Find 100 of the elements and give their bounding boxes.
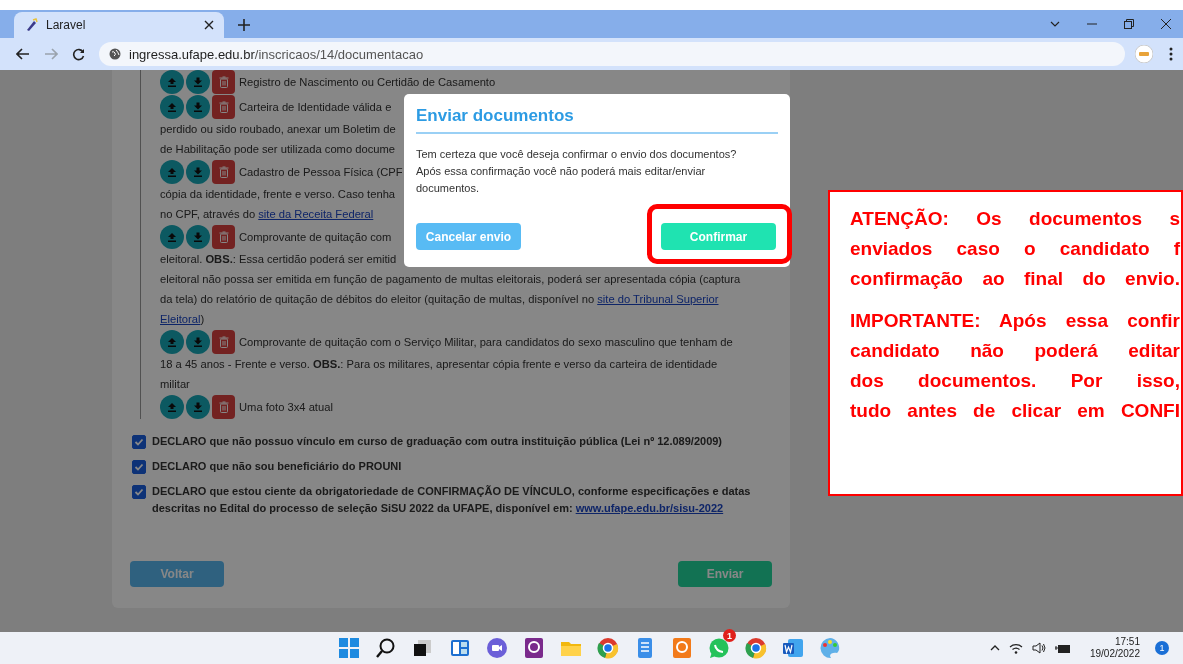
tab-title: Laravel [46, 18, 87, 32]
download-icon [193, 402, 203, 412]
declaration-text: DECLARO que não possuo vínculo em curso de graduação com outra instituição pública (Lei nº 12.089/2009) [152, 434, 723, 449]
document-description: eleitoral. OBS.: Essa certidão poderá ser emitid [160, 253, 397, 265]
document-description: eleitoral não possa ser emitida em função de pagamento de multas eleitorais, poderá ser apresentada cópia (captura [160, 273, 741, 285]
widgets-icon[interactable] [449, 637, 471, 659]
plus-icon[interactable] [238, 19, 250, 31]
download-icon [193, 337, 203, 347]
delete-button[interactable] [212, 70, 235, 94]
delete-button[interactable] [212, 95, 235, 119]
delete-button[interactable] [212, 330, 235, 354]
download-icon [193, 167, 203, 177]
warning-text: ATENÇÃO: Os documentos s [850, 207, 1180, 231]
menu-icon[interactable] [1169, 47, 1173, 61]
search-icon[interactable] [375, 637, 397, 659]
upload-icon [167, 167, 177, 177]
notification-count[interactable]: 1 [1155, 641, 1169, 655]
clock-date: 19/02/2022 [1089, 648, 1140, 660]
trash-icon [218, 166, 229, 178]
wifi-icon[interactable] [1008, 642, 1023, 654]
chat-bubble-icon[interactable] [708, 637, 730, 659]
document-description: perdido ou sido roubado, anexar um Boletim de [160, 123, 396, 135]
document-description: da tela) do relatório de quitação de débitos do eleitor (quitação de multas, disponível no site do Tribunal Superior [160, 293, 719, 305]
palette-icon[interactable] [819, 637, 841, 659]
speaker-icon[interactable] [1031, 642, 1046, 654]
upload-icon [167, 402, 177, 412]
declaration-text: DECLARO que estou ciente da obrigatoriedade de CONFIRMAÇÃO DE VÍNCULO, conforme especificações e datas descritas no Edital do processo de seleção SiSU 2022 da UFAPE, disponível em: www.ufape.edu.br/sisu-2022 [152, 484, 752, 516]
document-description: militar [160, 378, 190, 390]
download-button[interactable] [186, 160, 210, 184]
upload-button[interactable] [160, 70, 184, 94]
caret-up-icon[interactable] [989, 645, 1000, 651]
trash-icon [218, 231, 229, 243]
checkbox[interactable] [132, 460, 146, 474]
upload-button[interactable] [160, 95, 184, 119]
document-app-icon[interactable] [523, 637, 545, 659]
battery-icon[interactable] [1054, 642, 1071, 654]
dialog-title: Enviar documentos [416, 106, 778, 134]
dialog-message: Tem certeza que você deseja confirmar o envio dos documentos? Após essa confirmação você não poderá mais editar/enviar documentos. [416, 147, 738, 196]
browser-icon[interactable] [597, 637, 619, 659]
warning-text: candidato não poderá editar [850, 339, 1180, 363]
task-view-icon[interactable] [412, 637, 434, 659]
link[interactable]: www.ufape.edu.br/sisu-2022 [575, 502, 724, 514]
checkmark-icon [134, 462, 144, 472]
checkbox[interactable] [132, 485, 146, 499]
browser-icon[interactable] [745, 637, 767, 659]
download-button[interactable] [186, 330, 210, 354]
download-button[interactable] [186, 225, 210, 249]
delete-button[interactable] [212, 225, 235, 249]
link[interactable]: site do Tribunal Superior [597, 293, 719, 305]
delete-button[interactable] [212, 160, 235, 184]
checkbox[interactable] [132, 435, 146, 449]
cancel-button[interactable]: Cancelar envio [416, 223, 521, 250]
checkmark-icon [134, 437, 144, 447]
clock-time: 17:51 [1114, 636, 1140, 648]
close-icon[interactable] [1161, 19, 1171, 29]
link[interactable]: site da Receita Federal [258, 208, 374, 220]
download-button[interactable] [186, 395, 210, 419]
word-processor-icon[interactable] [782, 637, 804, 659]
windows-logo-icon[interactable] [338, 637, 360, 659]
upload-button[interactable] [160, 225, 184, 249]
browser-tab[interactable]: Laravel [14, 12, 224, 38]
close-icon[interactable] [204, 20, 214, 30]
upload-icon [167, 77, 177, 87]
document-description: no CPF, através do site da Receita Federal [160, 208, 374, 220]
trash-icon [218, 336, 229, 348]
download-icon [193, 232, 203, 242]
clock[interactable]: 17:51 19/02/2022 [1089, 636, 1140, 660]
delete-button[interactable] [212, 395, 235, 419]
upload-icon [167, 337, 177, 347]
upload-button[interactable] [160, 330, 184, 354]
video-camera-icon[interactable] [486, 637, 508, 659]
pencil-icon [24, 18, 38, 32]
reload-icon[interactable] [72, 47, 85, 61]
document-description: Registro de Nascimento ou Certidão de Casamento [239, 76, 496, 88]
document-description: Eleitoral) [160, 313, 205, 325]
document-description: Cadastro de Pessoa Física (CPF [239, 166, 403, 178]
download-button[interactable] [186, 70, 210, 94]
address-field[interactable]: ingressa.ufape.edu.br/inscricaos/14/documentacao [99, 42, 1125, 66]
link[interactable]: Eleitoral [160, 313, 201, 325]
warning-text: enviados caso o candidato f [850, 237, 1180, 261]
warning-text: tudo antes de clicar em CONFI [850, 399, 1180, 423]
document-description: Comprovante de quitação com o Serviço Militar, para candidatos do sexo masculino que tenham de [239, 336, 733, 348]
upload-button[interactable] [160, 160, 184, 184]
chevron-down-icon[interactable] [1050, 21, 1060, 27]
document-description: cópia da identidade, frente e verso. Caso tenha [160, 188, 396, 200]
download-icon [193, 102, 203, 112]
back-arrow-icon[interactable] [16, 48, 30, 60]
trash-icon [218, 76, 229, 88]
download-button[interactable] [186, 95, 210, 119]
warning-text: confirmação ao final do envio. [850, 267, 1180, 291]
trash-icon [218, 401, 229, 413]
declaration-text: DECLARO que não sou beneficiário do PROUNI [152, 459, 402, 474]
restore-icon[interactable] [1124, 19, 1134, 29]
document-description: Comprovante de quitação com [239, 231, 392, 243]
warning-text: IMPORTANTE: Após essa confir [850, 309, 1180, 333]
globe-icon [109, 48, 121, 60]
upload-button[interactable] [160, 395, 184, 419]
trash-icon [218, 101, 229, 113]
upload-icon [167, 232, 177, 242]
upload-icon [167, 102, 177, 112]
